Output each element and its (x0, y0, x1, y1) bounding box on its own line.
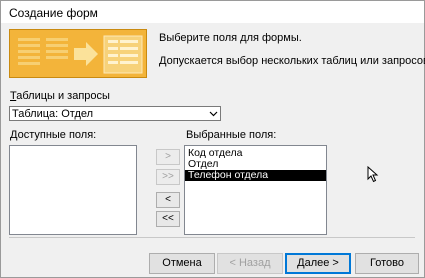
cancel-button[interactable]: Отмена (149, 253, 215, 274)
finish-button[interactable]: Готово (355, 253, 419, 274)
title-bar: Создание форм (1, 1, 424, 23)
available-fields-label: Доступные поля: (10, 129, 97, 141)
form-wizard-graphic (10, 30, 146, 77)
next-button[interactable]: Далее > (285, 253, 351, 274)
intro-line-2: Допускается выбор нескольких таблиц или … (159, 55, 425, 67)
selected-fields-label: Выбранные поля: (186, 129, 277, 141)
source-combobox-value: Таблица: Отдел (12, 108, 94, 120)
window-title: Создание форм (9, 6, 98, 20)
source-combobox[interactable]: Таблица: Отдел (9, 106, 221, 121)
intro-line-1: Выберите поля для формы. (159, 32, 302, 44)
selected-fields-list[interactable]: Код отдела Отдел Телефон отдела (184, 145, 327, 235)
add-field-button[interactable]: > (156, 149, 180, 165)
list-item[interactable]: Телефон отдела (185, 170, 326, 181)
wizard-illustration (9, 29, 147, 78)
chevron-down-icon[interactable] (206, 107, 220, 120)
back-button[interactable]: < Назад (217, 253, 283, 274)
add-all-fields-button[interactable]: >> (156, 169, 180, 185)
separator (9, 237, 415, 238)
remove-field-button[interactable]: < (156, 192, 180, 208)
available-fields-list[interactable] (9, 145, 137, 235)
mouse-cursor-icon (367, 166, 379, 183)
source-label: Таблицы и запросы (10, 90, 110, 102)
remove-all-fields-button[interactable]: << (156, 211, 180, 227)
